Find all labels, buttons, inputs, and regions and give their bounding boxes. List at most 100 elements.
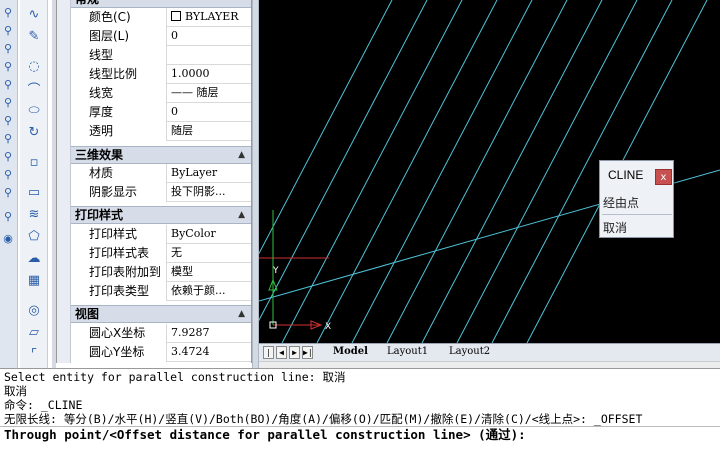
prop-value[interactable]: 0: [167, 27, 251, 46]
next-tab-button[interactable]: ▶: [289, 346, 300, 359]
prop-value[interactable]: 依赖于颜...: [167, 282, 251, 301]
prop-value[interactable]: 7.9287: [167, 324, 251, 343]
construction-line[interactable]: [316, 0, 498, 343]
polygon-icon[interactable]: ⬭: [24, 100, 44, 120]
close-button[interactable]: x: [655, 169, 672, 185]
pencil-icon[interactable]: ✎: [24, 26, 44, 46]
prop-row-color[interactable]: 颜色(C) BYLAYER: [71, 8, 251, 27]
prop-value[interactable]: ByLayer: [167, 164, 251, 183]
prop-row-plotstyle[interactable]: 打印样式 ByColor: [71, 225, 251, 244]
cloud-icon[interactable]: ☁: [24, 248, 44, 268]
horizontal-scrollbar[interactable]: [259, 361, 720, 368]
prop-key: 材质: [71, 164, 167, 183]
prop-row-material[interactable]: 材质 ByLayer: [71, 164, 251, 183]
command-history-line: 无限长线: 等分(B)/水平(H)/竖直(V)/Both(BO)/角度(A)/偏…: [4, 412, 643, 426]
prop-value[interactable]: BYLAYER: [167, 8, 251, 27]
prop-value[interactable]: —— 随层: [167, 84, 251, 103]
prop-key: 打印表附加到: [71, 263, 167, 282]
prop-value[interactable]: [167, 46, 251, 65]
properties-panel: 常规 颜色(C) BYLAYER 图层(L) 0 线型 线型比例 1.0000 …: [56, 0, 252, 363]
zoom-icon[interactable]: ⚲: [0, 4, 16, 20]
prop-value[interactable]: 模型: [167, 263, 251, 282]
prop-row-center-y[interactable]: 圆心Y坐标 3.4724: [71, 343, 251, 362]
construction-line[interactable]: [421, 0, 603, 343]
section-general-label: 常规: [75, 0, 99, 6]
prop-row-plotstyle-table[interactable]: 打印样式表 无: [71, 244, 251, 263]
construction-line[interactable]: [386, 0, 568, 343]
color-swatch: [171, 11, 181, 21]
prop-row-plot-attached[interactable]: 打印表附加到 模型: [71, 263, 251, 282]
prop-key: 颜色(C): [71, 8, 167, 27]
zoom-icon[interactable]: ⚲: [0, 94, 16, 110]
target-icon[interactable]: ◎: [24, 300, 44, 320]
hatch-icon[interactable]: ▦: [24, 270, 44, 290]
section-print-header[interactable]: 打印样式 ▲: [71, 206, 251, 224]
zoom-icon[interactable]: ⚲: [0, 130, 16, 146]
collapse-arrow-icon[interactable]: ▲: [238, 207, 245, 223]
tab-layout1[interactable]: Layout1: [383, 345, 432, 360]
command-prompt-input[interactable]: Through point/<Offset distance for paral…: [4, 427, 526, 442]
prop-row-plot-type[interactable]: 打印表类型 依赖于颜...: [71, 282, 251, 301]
prop-value[interactable]: 投下阴影...: [167, 183, 251, 202]
prop-value[interactable]: 无: [167, 244, 251, 263]
prev-tab-button[interactable]: ◀: [276, 346, 287, 359]
panel-splitter[interactable]: [252, 0, 259, 368]
chat-icon[interactable]: ▱: [24, 322, 44, 342]
arc-icon[interactable]: ⌜: [24, 344, 44, 364]
eye-icon[interactable]: ◉: [0, 230, 16, 246]
cline-popup: CLINE x 经由点 取消: [599, 160, 674, 238]
section-3d-label: 三维效果: [75, 148, 124, 162]
rotate-icon[interactable]: ↻: [24, 122, 44, 142]
zoom-icon[interactable]: ⚲: [0, 148, 16, 164]
zoom-icon[interactable]: ⚲: [0, 112, 16, 128]
prop-value[interactable]: 1.0000: [167, 65, 251, 84]
zoom-icon[interactable]: ⚲: [0, 40, 16, 56]
menu-divider: [602, 214, 672, 215]
prop-key: 线型: [71, 46, 167, 65]
collapse-arrow-icon[interactable]: ▲: [238, 147, 245, 163]
zoom-icon[interactable]: ⚲: [0, 208, 16, 224]
prop-key: 线宽: [71, 84, 167, 103]
rectangle-icon[interactable]: ▭: [24, 182, 44, 202]
zoom-icon[interactable]: ⚲: [0, 76, 16, 92]
prop-value[interactable]: ByColor: [167, 225, 251, 244]
construction-line[interactable]: [351, 0, 533, 343]
construction-line[interactable]: [259, 0, 428, 343]
section-general-header[interactable]: 常规: [71, 0, 251, 8]
zoom-icon[interactable]: ⚲: [0, 22, 16, 38]
prop-value[interactable]: 3.4724: [167, 343, 251, 362]
spline-icon[interactable]: ⌒: [24, 78, 44, 98]
prop-row-layer[interactable]: 图层(L) 0: [71, 27, 251, 46]
popup-title: CLINE: [608, 168, 644, 182]
prop-value[interactable]: 随层: [167, 122, 251, 141]
prop-row-shadow[interactable]: 阴影显示 投下阴影...: [71, 183, 251, 202]
zoom-icon[interactable]: ⚲: [0, 58, 16, 74]
tab-layout2[interactable]: Layout2: [445, 345, 494, 360]
axis-x-label: X: [325, 322, 331, 332]
construction-line[interactable]: [281, 0, 463, 343]
prop-row-transparency[interactable]: 透明 随层: [71, 122, 251, 141]
prop-row-linetype-scale[interactable]: 线型比例 1.0000: [71, 65, 251, 84]
point-icon[interactable]: ▫: [24, 152, 44, 172]
zoom-icon[interactable]: ⚲: [0, 166, 16, 182]
spring-icon[interactable]: ≋: [24, 204, 44, 224]
prop-row-center-x[interactable]: 圆心X坐标 7.9287: [71, 324, 251, 343]
tab-model[interactable]: Model: [329, 345, 372, 360]
collapse-arrow-icon[interactable]: ▲: [238, 306, 245, 322]
pentagon-icon[interactable]: ⬠: [24, 226, 44, 246]
first-tab-button[interactable]: |◀: [263, 346, 274, 368]
curve-icon[interactable]: ∿: [24, 4, 44, 24]
menu-item-through-point[interactable]: 经由点: [602, 193, 672, 213]
prop-value[interactable]: 0: [167, 103, 251, 122]
prop-row-lineweight[interactable]: 线宽 —— 随层: [71, 84, 251, 103]
prop-row-linetype[interactable]: 线型: [71, 46, 251, 65]
section-view-header[interactable]: 视图 ▲: [71, 305, 251, 323]
command-window: Select entity for parallel construction …: [0, 368, 720, 450]
draw-toolbar: ∿ ✎ ◌ ⌒ ⬭ ↻ ▫ ▭ ≋ ⬠ ☁ ▦ ◎ ▱ ⌜: [20, 0, 48, 368]
last-tab-button[interactable]: ▶|: [302, 346, 313, 359]
menu-item-cancel[interactable]: 取消: [602, 218, 672, 238]
prop-row-thickness[interactable]: 厚度 0: [71, 103, 251, 122]
zoom-icon[interactable]: ⚲: [0, 184, 16, 200]
loop-icon[interactable]: ◌: [24, 56, 44, 76]
section-3d-header[interactable]: 三维效果 ▲: [71, 146, 251, 164]
